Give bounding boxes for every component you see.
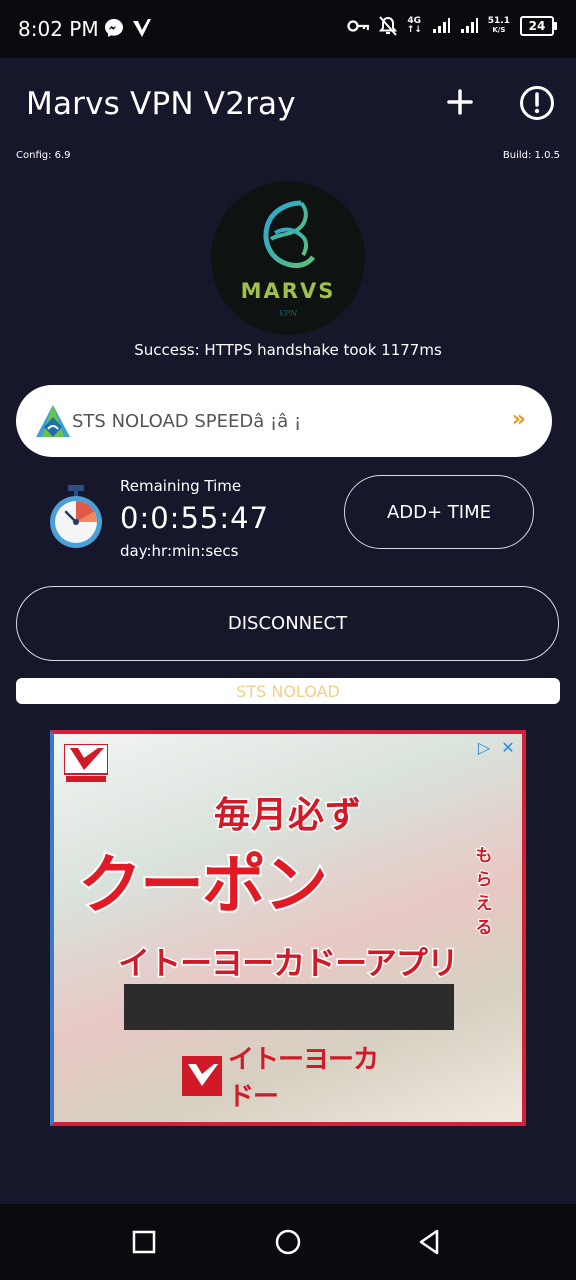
- brand-mark-icon: [182, 1056, 222, 1096]
- system-nav-bar: [0, 1204, 576, 1280]
- build-version: Build: 1.0.5: [502, 150, 560, 161]
- v-app-icon: [133, 19, 151, 37]
- add-icon[interactable]: [440, 82, 480, 122]
- remaining-time-value: 0:0:55:47: [120, 501, 270, 535]
- disconnect-button[interactable]: DISCONNECT: [16, 586, 559, 661]
- connection-status-message: Success: HTTPS handshake took 1177ms: [134, 341, 442, 359]
- ad-controls: ▷ ✕: [474, 738, 518, 758]
- back-icon[interactable]: [416, 1228, 444, 1256]
- app-logo: MARVS VPN: [211, 181, 365, 335]
- info-icon[interactable]: [518, 84, 556, 122]
- logo-wordmark: MARVS: [240, 279, 336, 303]
- recents-icon[interactable]: [130, 1228, 158, 1256]
- ad-side-text: もらえる: [475, 845, 494, 939]
- leaf-icon: [263, 200, 316, 268]
- logo-sub: VPN: [278, 309, 298, 318]
- ad-brand-logo: イトーヨーカドー: [182, 1045, 402, 1112]
- ad-headline-bottom: イトーヨーカドーアプリ: [117, 943, 461, 984]
- status-icons: 4G ↑↓ 51.1 K/S 24: [347, 16, 557, 36]
- signal-icon-2: [460, 18, 478, 33]
- battery-icon: 24: [520, 16, 557, 36]
- server-selector[interactable]: STS NOLOAD SPEEDâ ¡â ¡ »: [16, 385, 552, 457]
- bell-off-icon: [378, 16, 397, 36]
- server-name: STS NOLOAD SPEEDâ ¡â ¡: [72, 411, 302, 432]
- ad-choices-icon[interactable]: ▷: [474, 738, 494, 758]
- app-title: Marvs VPN V2ray: [26, 86, 296, 122]
- chevron-right-icon: »: [511, 407, 526, 432]
- messenger-icon: [105, 19, 123, 37]
- remaining-time-unit: day:hr:min:secs: [120, 542, 239, 560]
- server-flag-icon: [36, 405, 70, 437]
- key-icon: [347, 20, 369, 32]
- signal-icon: [432, 18, 450, 33]
- add-time-button[interactable]: ADD+ TIME: [344, 475, 534, 549]
- ad-brand-name: イトーヨーカドー: [228, 1045, 379, 1112]
- app-bar: Marvs VPN V2ray: [0, 58, 576, 148]
- config-version: Config: 6.9: [16, 150, 71, 161]
- close-icon[interactable]: ✕: [498, 738, 518, 758]
- net-speed: 51.1 K/S: [487, 16, 510, 35]
- ad-headline-main: クーポン: [76, 847, 330, 925]
- brand-logo-icon: [64, 744, 108, 782]
- remaining-time-label: Remaining Time: [120, 477, 242, 495]
- server-notice-banner: STS NOLOAD: [16, 678, 560, 704]
- home-icon[interactable]: [274, 1228, 302, 1256]
- ad-banner[interactable]: ▷ ✕ 毎月必ず クーポン もらえる イトーヨーカドーアプリ イトーヨーカドー: [50, 730, 526, 1126]
- stopwatch-icon: [50, 485, 102, 548]
- status-time: 8:02 PM: [18, 17, 99, 41]
- ad-dark-band: [124, 984, 454, 1030]
- ad-headline-top: 毎月必ず: [212, 794, 362, 838]
- network-type: 4G ↑↓: [406, 16, 422, 35]
- status-bar: 8:02 PM 4G ↑↓ 51.1 K/S 24: [0, 0, 576, 58]
